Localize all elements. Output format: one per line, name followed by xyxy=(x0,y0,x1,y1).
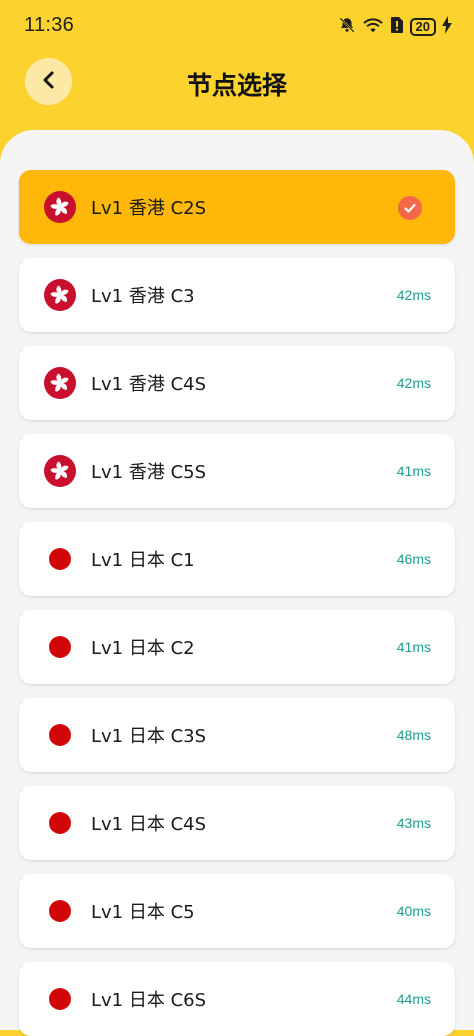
latency-label: 42ms xyxy=(396,375,431,391)
header: 节点选择 xyxy=(0,54,474,134)
node-item[interactable]: Lv1 香港 C4S 42ms xyxy=(19,346,455,420)
node-name: Lv1 日本 C1 xyxy=(91,550,195,571)
latency-label: 48ms xyxy=(396,727,431,743)
status-icons: 20 xyxy=(338,16,452,38)
wifi-icon xyxy=(362,16,384,38)
page-title: 节点选择 xyxy=(186,71,287,100)
hong-kong-flag-icon xyxy=(44,191,76,223)
latency-label: 41ms xyxy=(396,639,431,655)
node-item[interactable]: Lv1 日本 C6S 44ms xyxy=(19,962,455,1036)
node-name: Lv1 日本 C3S xyxy=(91,726,207,747)
node-name: Lv1 日本 C6S xyxy=(91,990,207,1011)
japan-flag-icon xyxy=(44,719,76,751)
status-time: 11:36 xyxy=(24,14,75,36)
japan-flag-icon xyxy=(44,983,76,1015)
hong-kong-flag-icon xyxy=(44,367,76,399)
status-bar: 11:36 20 xyxy=(0,0,474,54)
node-name: Lv1 香港 C4S xyxy=(91,374,207,395)
japan-flag-icon xyxy=(44,631,76,663)
node-item[interactable]: Lv1 日本 C2 41ms xyxy=(19,610,455,684)
latency-label: 40ms xyxy=(396,903,431,919)
node-item[interactable]: Lv1 香港 C3 42ms xyxy=(19,258,455,332)
node-name: Lv1 香港 C2S xyxy=(91,198,207,219)
node-name: Lv1 日本 C2 xyxy=(91,638,195,659)
hong-kong-flag-icon xyxy=(44,455,76,487)
sim-alert-icon xyxy=(390,16,404,38)
node-name: Lv1 日本 C5 xyxy=(91,902,195,923)
hong-kong-flag-icon xyxy=(44,279,76,311)
japan-flag-icon xyxy=(44,807,76,839)
node-item[interactable]: Lv1 日本 C1 46ms xyxy=(19,522,455,596)
latency-label: 41ms xyxy=(396,463,431,479)
node-item[interactable]: Lv1 日本 C4S 43ms xyxy=(19,786,455,860)
latency-label: 44ms xyxy=(396,991,431,1007)
node-item[interactable]: Lv1 香港 C5S 41ms xyxy=(19,434,455,508)
node-name: Lv1 香港 C5S xyxy=(91,462,207,483)
latency-label: 43ms xyxy=(396,815,431,831)
battery-icon: 20 xyxy=(409,18,436,36)
latency-label: 46ms xyxy=(396,551,431,567)
node-name: Lv1 香港 C3 xyxy=(91,286,195,307)
charging-icon xyxy=(442,16,452,38)
bell-off-icon xyxy=(338,16,356,38)
japan-flag-icon xyxy=(44,895,76,927)
node-item[interactable]: Lv1 日本 C5 40ms xyxy=(19,874,455,948)
content-panel: Lv1 香港 C2S Lv1 香港 C3 42ms Lv1 香港 C4S 42ms Lv1… xyxy=(0,130,474,1036)
latency-label: 42ms xyxy=(396,287,431,303)
check-icon xyxy=(398,196,422,220)
node-name: Lv1 日本 C4S xyxy=(91,814,207,835)
node-item[interactable]: Lv1 日本 C3S 48ms xyxy=(19,698,455,772)
node-item[interactable]: Lv1 香港 C2S xyxy=(19,170,455,244)
japan-flag-icon xyxy=(44,543,76,575)
